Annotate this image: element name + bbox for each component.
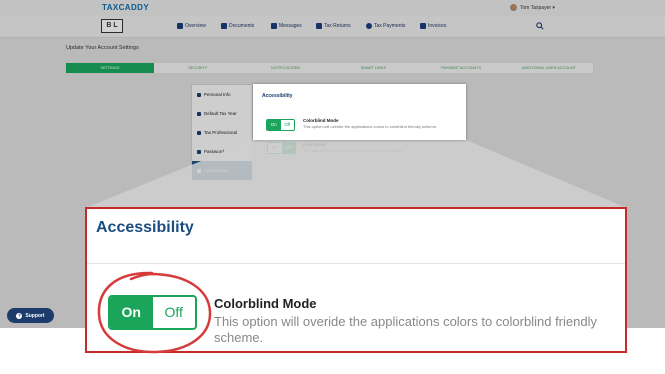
help-icon: ? (16, 312, 23, 319)
colorblind-off-option[interactable]: Off (281, 120, 295, 130)
divider (87, 263, 625, 264)
colorblind-mode-label: Colorblind Mode (214, 296, 317, 311)
zoomed-accessibility-panel: Accessibility On Off Colorblind Mode Thi… (85, 207, 627, 354)
colorblind-on-option[interactable]: On (267, 120, 281, 130)
colorblind-toggle-small[interactable]: On Off (266, 119, 295, 131)
support-button[interactable]: ? Support (7, 308, 54, 323)
colorblind-description-small: This option will overide the application… (303, 124, 438, 129)
highlight-circle (97, 271, 212, 354)
support-label: Support (25, 312, 45, 319)
accessibility-panel-preview: Accessibility On Off Colorblind Mode Thi… (253, 84, 466, 140)
panel-title: Accessibility (262, 93, 293, 99)
colorblind-mode-description: This option will overide the application… (214, 314, 597, 345)
zoomed-panel-title: Accessibility (96, 219, 194, 236)
colorblind-label-small: Colorblind Mode (303, 118, 339, 123)
